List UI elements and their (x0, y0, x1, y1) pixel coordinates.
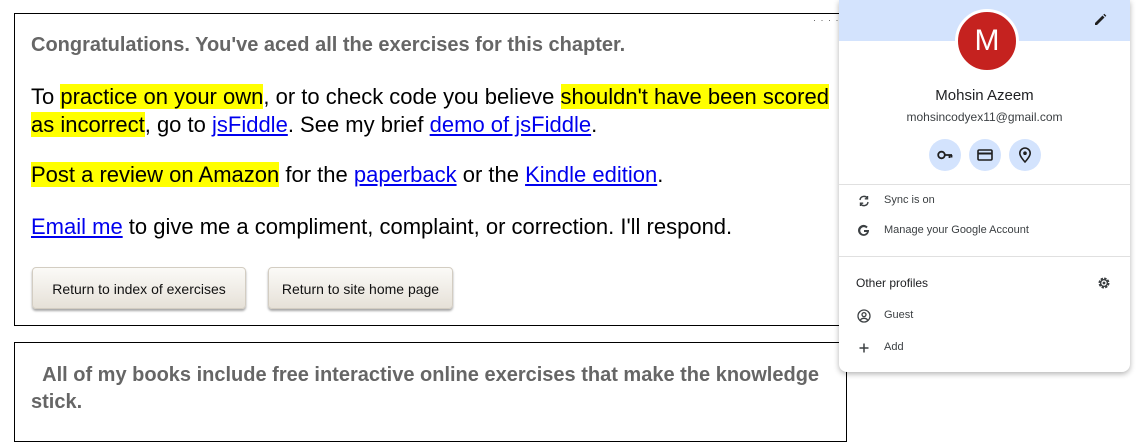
profile-email: mohsincodyex11@gmail.com (906, 110, 1063, 124)
paperback-link[interactable]: paperback (354, 162, 457, 187)
avatar[interactable]: M (955, 9, 1019, 73)
highlight-practice: practice on your own (60, 84, 264, 109)
key-icon (937, 150, 953, 160)
email-me-link[interactable]: Email me (31, 214, 123, 239)
congrats-heading: Congratulations. You've aced all the exe… (31, 34, 626, 56)
chapter-complete-panel: Congratulations. You've aced all the exe… (14, 13, 847, 326)
location-icon (1018, 147, 1032, 164)
divider (839, 256, 1130, 257)
google-g-icon (858, 224, 869, 236)
jsfiddle-link[interactable]: jsFiddle (212, 112, 288, 137)
plus-icon (859, 343, 869, 353)
sync-label: Sync is on (884, 194, 935, 206)
card-icon (977, 149, 993, 161)
highlight-review: Post a review on Amazon (31, 162, 280, 187)
guest-label: Guest (884, 309, 914, 321)
jsfiddle-demo-link[interactable]: demo of jsFiddle (430, 112, 591, 137)
guest-profile-row[interactable]: Guest (839, 302, 1130, 330)
edit-pencil-icon[interactable] (1092, 12, 1108, 28)
add-label: Add (884, 341, 904, 353)
more-dots-icon: · · · · (813, 15, 840, 25)
manage-account-row[interactable]: Manage your Google Account (839, 217, 1130, 245)
review-paragraph: Post a review on Amazon for the paperbac… (31, 162, 664, 187)
gear-icon[interactable] (1096, 275, 1112, 291)
books-panel: All of my books include free interactive… (14, 342, 847, 442)
kindle-edition-link[interactable]: Kindle edition (525, 162, 657, 187)
other-profiles-title: Other profiles (856, 276, 929, 290)
email-paragraph: Email me to give me a compliment, compla… (31, 214, 733, 239)
sync-icon (859, 195, 869, 207)
manage-account-label: Manage your Google Account (884, 224, 1029, 236)
return-to-index-button[interactable]: Return to index of exercises (32, 267, 246, 309)
books-heading: All of my books include free interactive… (31, 364, 820, 413)
return-to-home-button[interactable]: Return to site home page (268, 267, 453, 309)
addresses-button[interactable] (1009, 139, 1041, 171)
passwords-button[interactable] (929, 139, 961, 171)
sync-row[interactable]: Sync is on (839, 187, 1130, 215)
guest-profile-icon (857, 309, 871, 323)
profile-menu-popup: M Mohsin Azeem mohsincodyex11@gmail.com … (839, 0, 1130, 372)
payment-methods-button[interactable] (969, 139, 1001, 171)
practice-paragraph: To practice on your own, or to check cod… (31, 84, 829, 137)
add-profile-row[interactable]: Add (839, 334, 1130, 362)
divider (839, 184, 1130, 185)
profile-name: Mohsin Azeem (935, 87, 1034, 104)
